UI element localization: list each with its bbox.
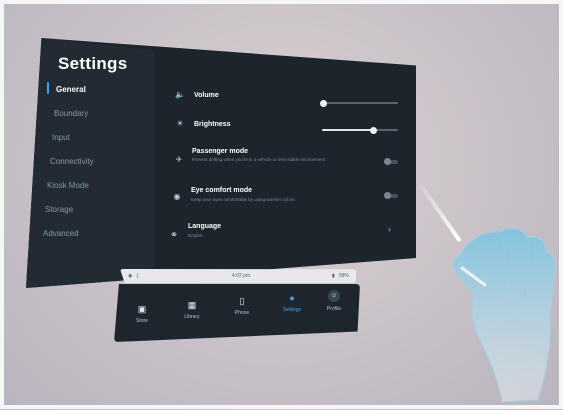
volume-slider-knob[interactable] — [320, 99, 327, 107]
dock-item-profile[interactable]: ☺ Profile — [314, 290, 354, 312]
battery-icon: ▮ — [332, 273, 335, 279]
eye-icon: ◉ — [173, 192, 181, 201]
sidebar-item-connectivity[interactable]: Connectivity — [50, 157, 94, 166]
dock-item-phone[interactable]: ▯ Phone — [222, 296, 262, 316]
dock-label: Phone — [234, 310, 250, 316]
dock-label: Library — [184, 314, 200, 320]
toggle-knob — [384, 192, 391, 199]
passenger-mode-toggle[interactable] — [384, 158, 398, 165]
dock-item-library[interactable]: ▦ Library — [172, 300, 212, 320]
volume-slider[interactable] — [320, 99, 398, 107]
language-value: English — [188, 233, 203, 238]
bluetooth-icon: ∫ — [137, 273, 139, 279]
gear-icon: ● — [289, 293, 295, 303]
hand-avatar — [451, 227, 557, 403]
volume-label: Volume — [194, 92, 219, 99]
sidebar-item-advanced[interactable]: Advanced — [43, 229, 79, 238]
sidebar-item-kiosk-mode[interactable]: Kiosk Mode — [47, 181, 89, 190]
active-indicator — [47, 82, 49, 94]
sidebar-item-storage[interactable]: Storage — [45, 205, 73, 214]
battery-percent: 58% — [339, 273, 350, 279]
library-icon: ▦ — [187, 300, 197, 310]
dock-label: Profile — [326, 306, 342, 312]
speaker-icon: 🔈 — [175, 90, 185, 99]
brightness-slider-fill — [322, 129, 374, 131]
eye-comfort-desc: Keep your eyes comfortable by using warm… — [191, 197, 295, 202]
phone-icon: ▯ — [239, 296, 245, 306]
dock-label: Settings — [282, 307, 302, 313]
dock-label: Store — [136, 318, 148, 324]
globe-icon: ⚭ — [169, 230, 179, 241]
clock-time: 4:02 pm — [232, 273, 251, 279]
sidebar-item-boundary[interactable]: Boundary — [54, 109, 88, 118]
toggle-knob — [384, 158, 391, 165]
passenger-mode-desc: Prevent drifting when you're in a vehicl… — [192, 157, 326, 162]
sun-icon: ☀ — [176, 119, 184, 128]
sidebar-item-general[interactable]: General — [56, 85, 86, 94]
settings-window: Settings General Boundary Input Connecti… — [26, 38, 416, 288]
passenger-mode-label: Passenger mode — [192, 148, 249, 155]
brightness-slider-knob[interactable] — [370, 126, 377, 134]
brightness-label: Brightness — [194, 121, 231, 128]
sidebar-item-input[interactable]: Input — [52, 133, 70, 142]
dock-item-store[interactable]: ▣ Store — [122, 304, 162, 324]
eye-comfort-label: Eye comfort mode — [191, 187, 253, 194]
page-title: Settings — [58, 54, 128, 73]
language-label[interactable]: Language — [188, 223, 221, 230]
universal-menu-dock: ▣ Store ▦ Library ▯ Phone ● Settings ☺ P… — [114, 284, 360, 342]
wifi-icon: ◉ — [128, 273, 133, 279]
dock-item-settings[interactable]: ● Settings — [272, 293, 312, 313]
chevron-right-icon[interactable]: › — [388, 224, 391, 234]
eye-comfort-toggle[interactable] — [384, 192, 398, 199]
status-bar: ◉ ∫ 4:02 pm ▮ 58% — [120, 269, 356, 283]
car-icon: ✈ — [175, 155, 183, 164]
profile-icon: ☺ — [328, 290, 340, 302]
store-icon: ▣ — [137, 304, 147, 314]
brightness-slider[interactable] — [322, 126, 398, 134]
